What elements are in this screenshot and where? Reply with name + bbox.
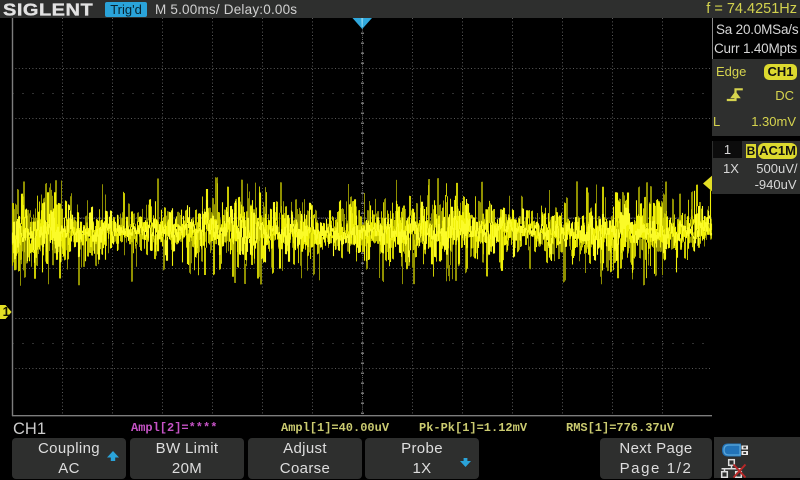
svg-text:1: 1 bbox=[3, 305, 10, 319]
